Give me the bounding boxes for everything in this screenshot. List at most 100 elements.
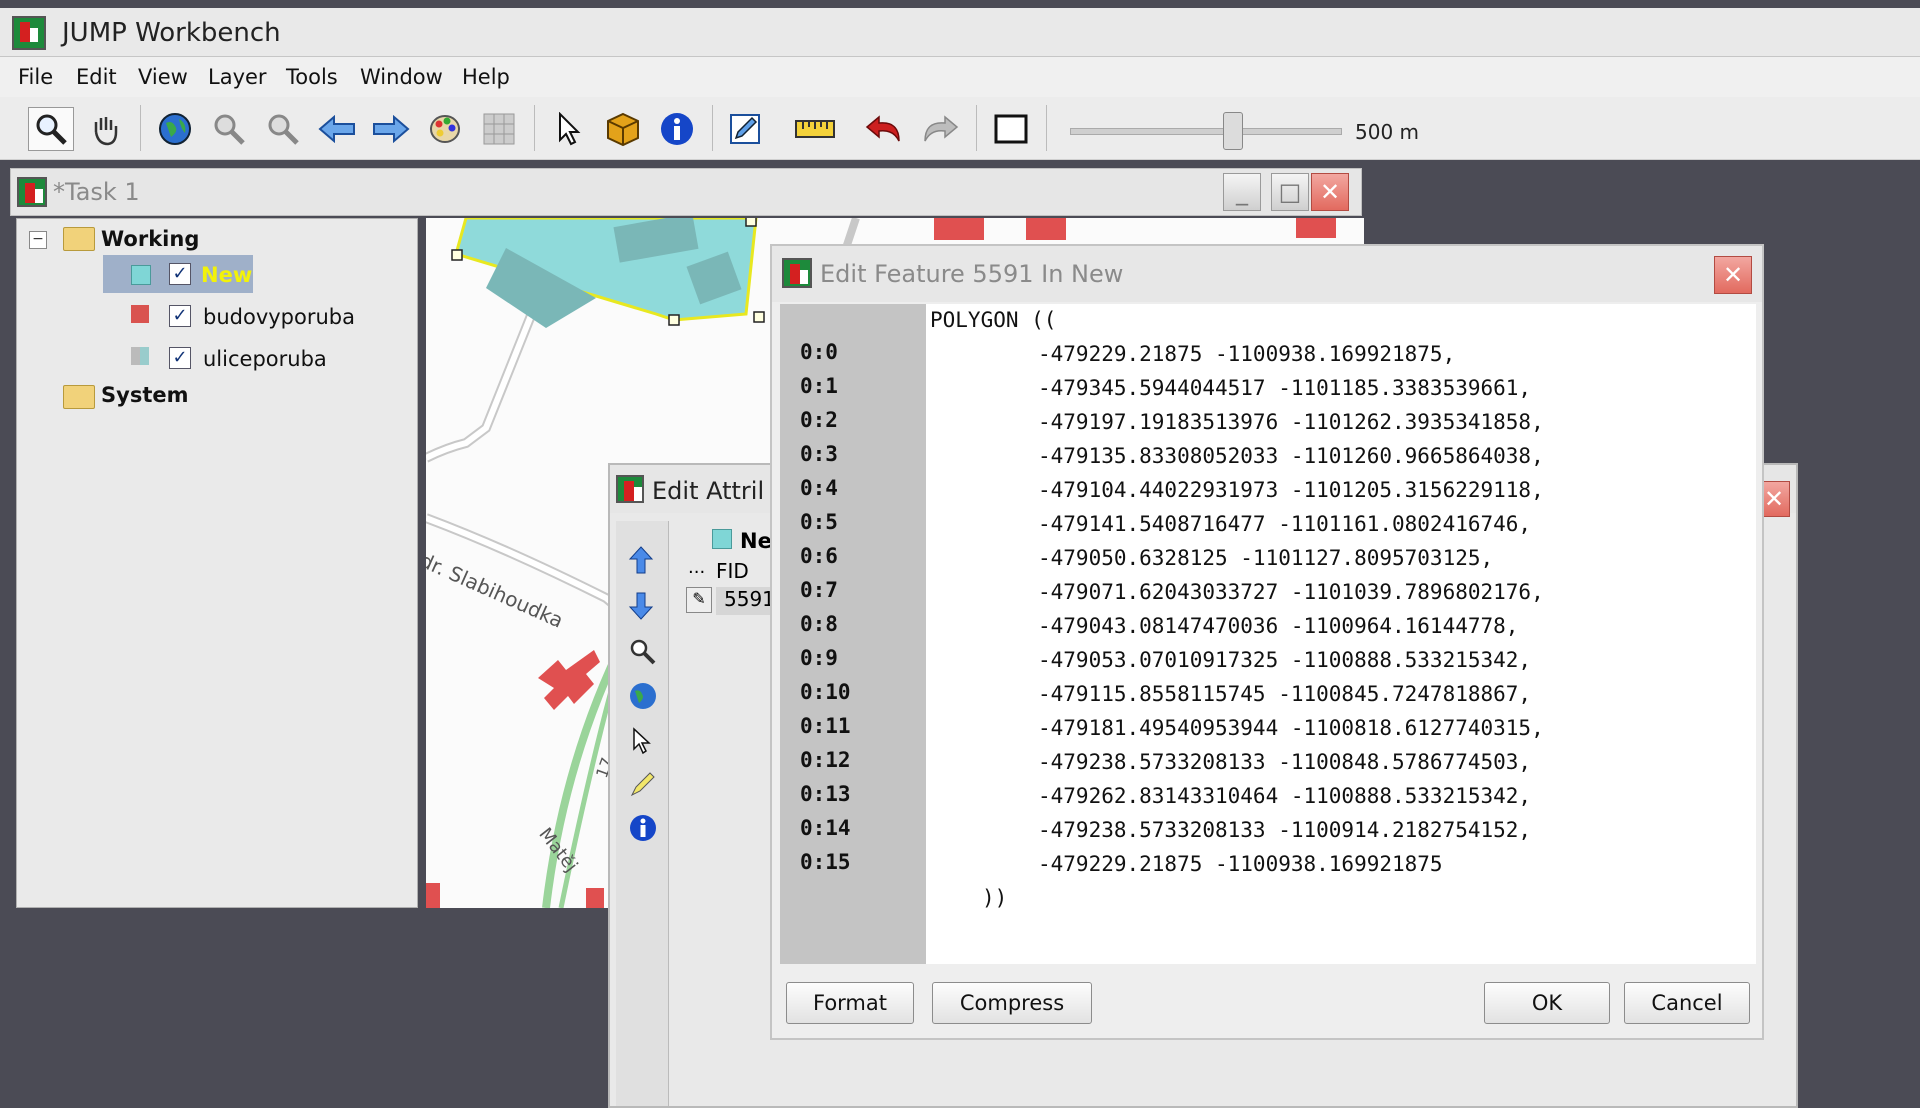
- coordinate-line: -479197.19183513976 -1101262.3935341858,: [1038, 410, 1544, 434]
- zoom-layer-icon[interactable]: [206, 107, 252, 151]
- category-system[interactable]: System: [101, 383, 188, 407]
- coordinate-line: -479262.83143310464 -1100888.533215342,: [1038, 784, 1532, 808]
- cancel-button[interactable]: Cancel: [1624, 982, 1750, 1024]
- select-icon[interactable]: [630, 727, 654, 759]
- layer-name[interactable]: uliceporuba: [203, 347, 327, 371]
- pan-icon[interactable]: [82, 107, 128, 151]
- info-icon[interactable]: [628, 813, 658, 847]
- zoom-previous-icon[interactable]: [314, 107, 360, 151]
- maximize-button[interactable]: □: [1271, 173, 1309, 211]
- point-label: 0:2: [800, 408, 838, 432]
- layer-name[interactable]: New: [201, 263, 252, 287]
- toolbar-separator: [140, 105, 141, 151]
- zoom-selected-icon[interactable]: [260, 107, 306, 151]
- menu-edit[interactable]: Edit: [76, 65, 117, 89]
- wkt-editor[interactable]: POLYGON (( -479229.21875 -1100938.169921…: [926, 304, 1756, 964]
- task-logo-icon: [17, 177, 47, 207]
- minimize-button[interactable]: _: [1223, 173, 1261, 211]
- menu-view[interactable]: View: [138, 65, 188, 89]
- coordinate-line: -479135.83308052033 -1101260.9665864038,: [1038, 444, 1544, 468]
- menu-window[interactable]: Window: [360, 65, 443, 89]
- feature-info-icon[interactable]: [600, 107, 646, 151]
- point-label: 0:9: [800, 646, 838, 670]
- menu-file[interactable]: File: [18, 65, 53, 89]
- pen-icon[interactable]: [628, 769, 658, 803]
- layer-checkbox[interactable]: ✓: [169, 347, 191, 369]
- scale-slider-track[interactable]: [1070, 128, 1342, 135]
- point-label: 0:13: [800, 782, 851, 806]
- layer-checkbox[interactable]: ✓: [169, 263, 191, 285]
- layer-name[interactable]: budovyporuba: [203, 305, 355, 329]
- compress-button[interactable]: Compress: [932, 982, 1092, 1024]
- redo-icon[interactable]: [916, 107, 962, 151]
- layer-checkbox[interactable]: ✓: [169, 305, 191, 327]
- zoom-icon[interactable]: [628, 637, 656, 669]
- row-edit-icon[interactable]: ✎: [686, 587, 712, 613]
- point-label: 0:5: [800, 510, 838, 534]
- point-label: 0:0: [800, 340, 838, 364]
- wkt-header: POLYGON ((: [930, 308, 1057, 332]
- attributes-sidebar: [616, 521, 669, 1106]
- menu-tools[interactable]: Tools: [286, 65, 338, 89]
- info-icon[interactable]: [654, 107, 700, 151]
- attributes-title: Edit Attril: [652, 477, 765, 505]
- scale-slider-thumb[interactable]: [1223, 112, 1243, 150]
- app-title: JUMP Workbench: [62, 18, 281, 48]
- format-button[interactable]: Format: [786, 982, 914, 1024]
- category-working[interactable]: Working: [101, 227, 199, 251]
- wkt-footer: )): [982, 886, 1008, 910]
- measure-icon[interactable]: [792, 107, 838, 151]
- point-label: 0:10: [800, 680, 851, 704]
- task-title: *Task 1: [53, 178, 140, 206]
- layer-style-icon[interactable]: [422, 107, 468, 151]
- coordinate-line: -479104.44022931973 -1101205.3156229118,: [1038, 478, 1544, 502]
- arrow-up-icon[interactable]: [628, 545, 654, 579]
- grid-icon[interactable]: [476, 107, 522, 151]
- coordinate-line: -479345.5944044517 -1101185.3383539661,: [1038, 376, 1532, 400]
- close-button[interactable]: ✕: [1311, 173, 1349, 211]
- toolbar-separator: [1046, 105, 1047, 151]
- point-label: 0:11: [800, 714, 851, 738]
- select-icon[interactable]: [546, 107, 592, 151]
- dialog-close-button[interactable]: ✕: [1714, 256, 1752, 294]
- point-label: 0:4: [800, 476, 838, 500]
- toolbar-separator: [712, 105, 713, 151]
- coordinate-line: -479181.49540953944 -1100818.6127740315,: [1038, 716, 1544, 740]
- globe-icon[interactable]: [628, 681, 658, 715]
- scale-label: 500 m: [1355, 120, 1420, 144]
- edit-icon[interactable]: [722, 107, 768, 151]
- point-label: 0:3: [800, 442, 838, 466]
- app-titlebar: JUMP Workbench: [0, 8, 1920, 57]
- ok-button[interactable]: OK: [1484, 982, 1610, 1024]
- menu-bar: File Edit View Layer Tools Window Help: [0, 57, 1920, 97]
- task-window-titlebar: *Task 1 _ □ ✕: [10, 168, 1362, 216]
- dialog-title: Edit Feature 5591 In New: [820, 260, 1124, 288]
- coordinate-line: -479141.5408716477 -1101161.0802416746,: [1038, 512, 1532, 536]
- zoom-icon[interactable]: [28, 107, 74, 151]
- column-header-fid[interactable]: FID: [716, 559, 749, 583]
- zoom-next-icon[interactable]: [368, 107, 414, 151]
- layer-swatch: [131, 305, 149, 323]
- undo-icon[interactable]: [862, 107, 908, 151]
- collapse-toggle-icon[interactable]: −: [29, 231, 47, 249]
- menu-help[interactable]: Help: [462, 65, 510, 89]
- dialog-titlebar: Edit Feature 5591 In New ✕: [772, 246, 1762, 302]
- coordinate-line: -479043.08147470036 -1100964.16144778,: [1038, 614, 1519, 638]
- layer-swatch: [131, 347, 149, 365]
- arrow-down-icon[interactable]: [628, 591, 654, 625]
- attributes-logo-icon: [616, 475, 644, 503]
- point-label: 0:6: [800, 544, 838, 568]
- point-label: 0:7: [800, 578, 838, 602]
- coordinate-line: -479053.07010917325 -1100888.533215342,: [1038, 648, 1532, 672]
- app-logo-icon: [12, 16, 46, 50]
- zoom-full-icon[interactable]: [152, 107, 198, 151]
- coordinate-line: -479229.21875 -1100938.169921875,: [1038, 342, 1456, 366]
- layer-swatch: [131, 265, 151, 285]
- folder-icon: [63, 227, 95, 251]
- toolbar: [0, 97, 1920, 160]
- coordinate-line: -479238.5733208133 -1100914.2182754152,: [1038, 818, 1532, 842]
- menu-layer[interactable]: Layer: [208, 65, 267, 89]
- window-icon[interactable]: [988, 107, 1034, 151]
- toolbar-separator: [534, 105, 535, 151]
- coordinate-line: -479238.5733208133 -1100848.5786774503,: [1038, 750, 1532, 774]
